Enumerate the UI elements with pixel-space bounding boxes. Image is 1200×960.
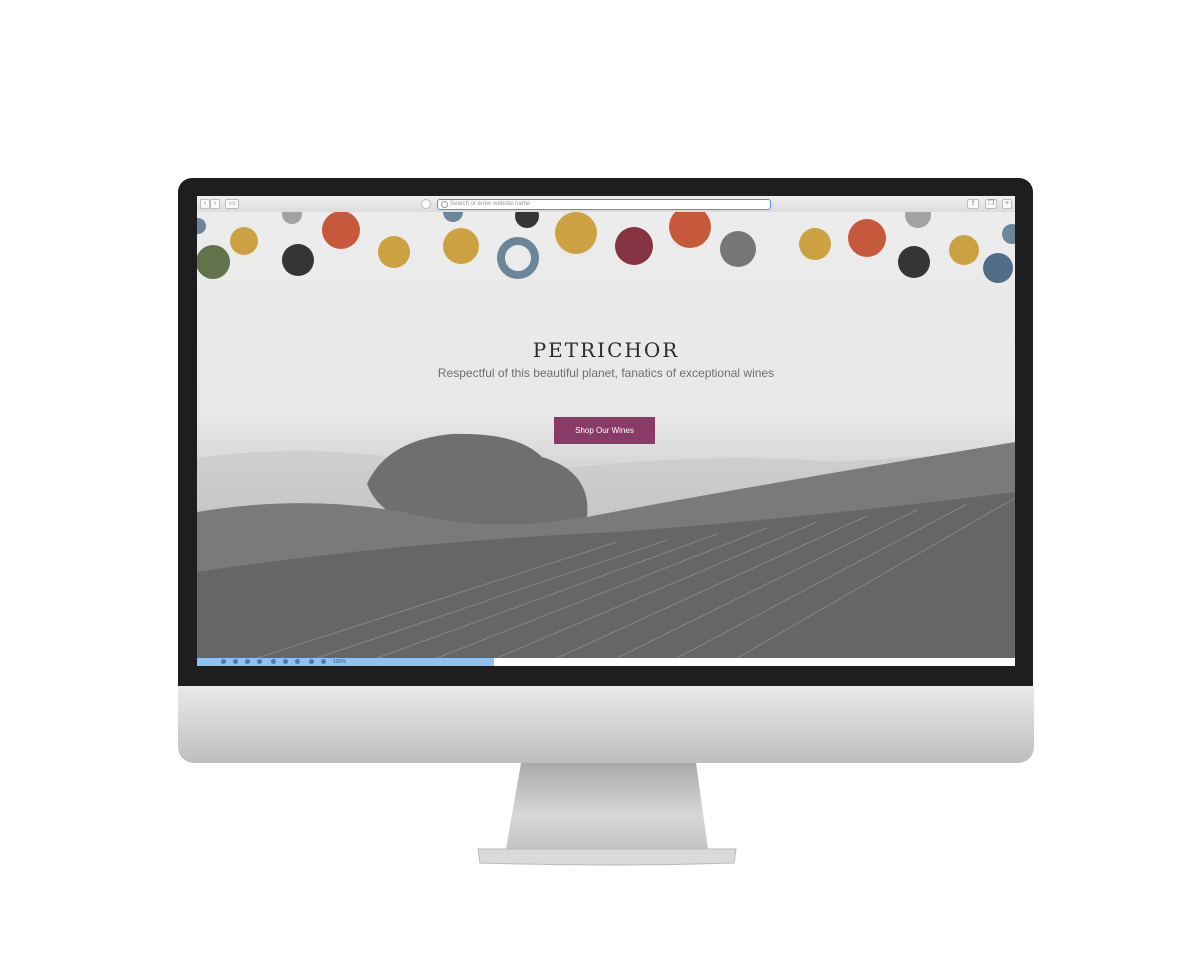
watercolor-dots xyxy=(197,212,1015,283)
sync-icon[interactable] xyxy=(233,659,238,664)
monitor-stand xyxy=(477,763,737,866)
dock-bar: 100% xyxy=(197,658,1015,666)
wifi-icon[interactable] xyxy=(309,659,314,664)
forward-button[interactable]: › xyxy=(210,199,220,209)
battery-percent: 100% xyxy=(333,659,346,665)
tabs-button[interactable]: ❐ xyxy=(985,199,997,209)
search-icon xyxy=(441,201,448,208)
cloud-icon[interactable] xyxy=(245,659,250,664)
sidebar-button[interactable]: ▭ xyxy=(225,199,239,209)
screen: ‹ › ▭ Search or enter website name ⇪ ❐ +… xyxy=(197,196,1015,666)
site-logo[interactable]: PETRICHOR xyxy=(197,338,1015,362)
shop-our-wines-button[interactable]: Shop Our Wines xyxy=(554,417,655,444)
drive-icon[interactable] xyxy=(257,659,262,664)
share-icon: ⇪ xyxy=(970,200,976,207)
browser-toolbar: ‹ › ▭ Search or enter website name ⇪ ❐ + xyxy=(197,196,1015,213)
dock-highlight: 100% xyxy=(197,658,494,666)
website-page: PETRICHOR Respectful of this beautiful p… xyxy=(197,212,1015,658)
address-bar[interactable]: Search or enter website name xyxy=(437,199,771,210)
sidebar-icon: ▭ xyxy=(228,200,236,207)
share-button[interactable]: ⇪ xyxy=(967,199,979,209)
flag-icon[interactable] xyxy=(283,659,288,664)
back-button[interactable]: ‹ xyxy=(200,199,210,209)
decorative-dots xyxy=(197,212,1015,283)
bluetooth-icon[interactable] xyxy=(221,659,226,664)
vineyard-landscape xyxy=(197,433,1015,658)
site-tagline: Respectful of this beautiful planet, fan… xyxy=(437,366,775,380)
user-icon[interactable] xyxy=(271,659,276,664)
chevron-right-icon: › xyxy=(213,200,217,207)
display-icon[interactable] xyxy=(295,659,300,664)
scene: ‹ › ▭ Search or enter website name ⇪ ❐ +… xyxy=(0,0,1200,960)
chevron-left-icon: ‹ xyxy=(203,200,207,207)
address-placeholder: Search or enter website name xyxy=(450,201,531,207)
volume-icon[interactable] xyxy=(321,659,326,664)
plus-icon: + xyxy=(1004,200,1010,207)
tabs-icon: ❐ xyxy=(987,200,995,207)
new-tab-button[interactable]: + xyxy=(1002,199,1012,209)
privacy-button[interactable] xyxy=(421,199,431,209)
monitor-chin xyxy=(178,686,1034,763)
